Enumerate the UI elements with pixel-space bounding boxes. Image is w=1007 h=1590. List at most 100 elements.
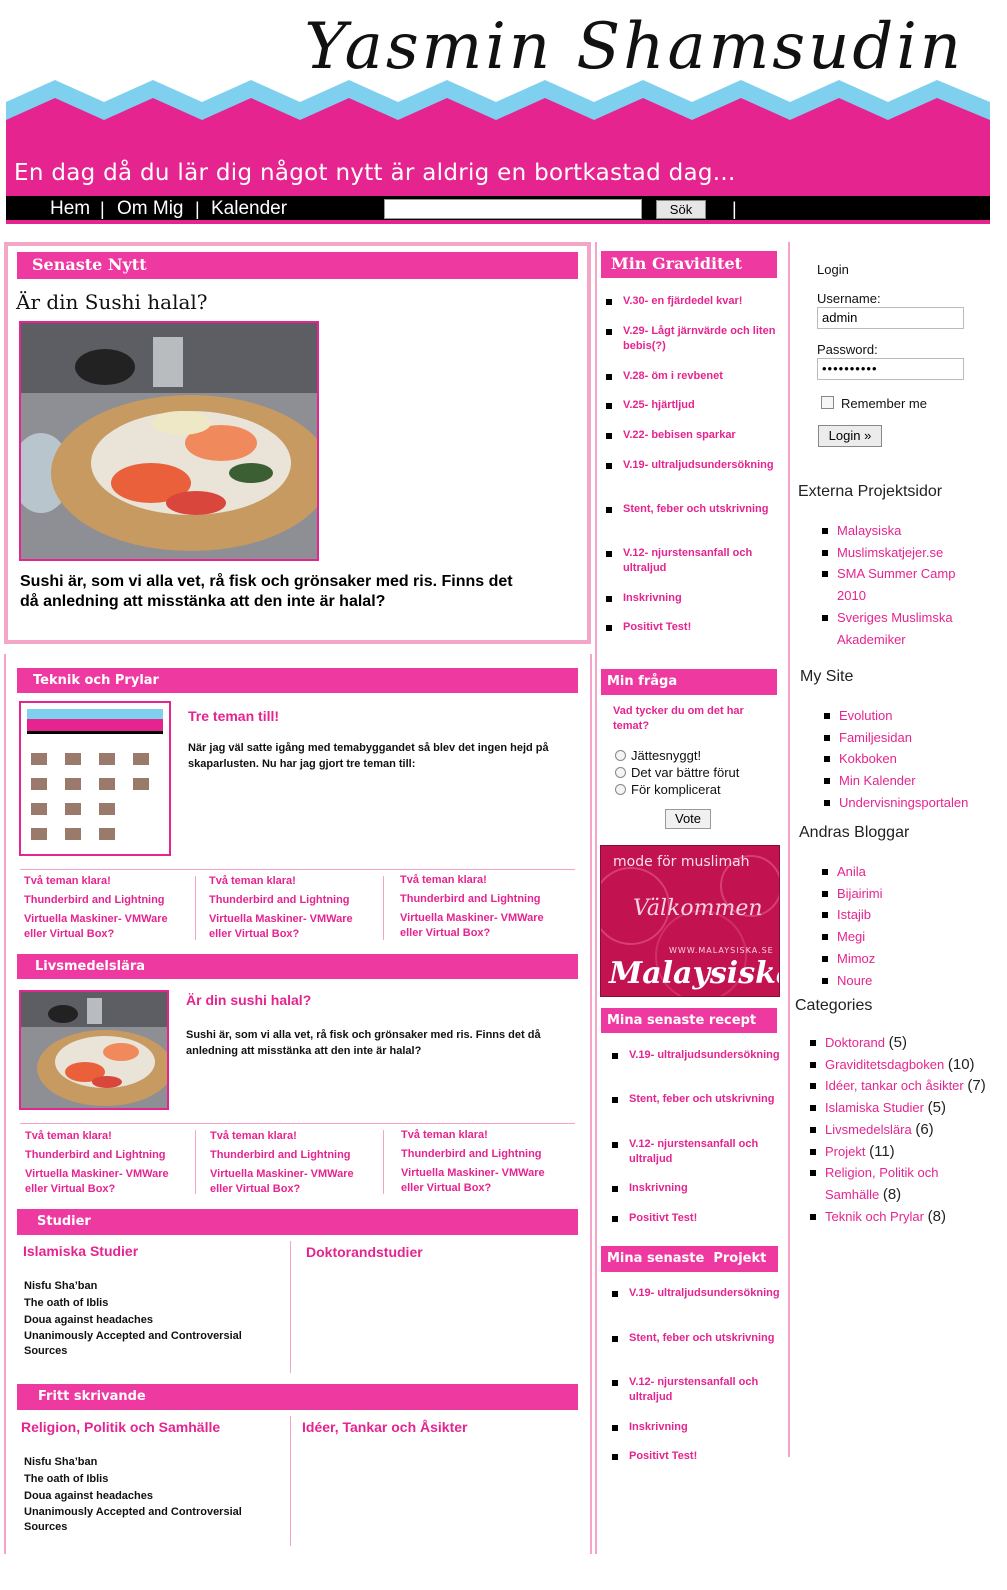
recept-item[interactable]: Stent, feber och utskrivning <box>612 1092 782 1137</box>
login-button[interactable]: Login » <box>818 425 882 447</box>
category-link[interactable]: Idéer, tankar och åsikter <box>825 1078 964 1093</box>
related-link[interactable]: Thunderbird and Lightning <box>209 893 369 908</box>
recept-item[interactable]: V.19- ultraljudsundersökning <box>612 1048 782 1092</box>
related-link[interactable]: Thunderbird and Lightning <box>25 1148 185 1163</box>
related-link[interactable]: Thunderbird and Lightning <box>24 893 184 908</box>
nav-home[interactable]: Hem <box>50 198 90 220</box>
blog-link[interactable]: Bijairimi <box>820 883 980 905</box>
graviditet-item[interactable]: V.30- en fjärdedel kvar! <box>606 294 776 324</box>
livsmedel-post-title[interactable]: Är din sushi halal? <box>186 992 311 1008</box>
related-link[interactable]: Virtuella Maskiner- VMWare eller Virtual… <box>401 1166 561 1196</box>
projekt-item[interactable]: Inskrivning <box>612 1420 782 1449</box>
radio-button[interactable] <box>615 750 626 761</box>
poll-option[interactable]: För komplicerat <box>615 782 721 797</box>
related-link[interactable]: Thunderbird and Lightning <box>400 892 560 907</box>
password-field[interactable]: •••••••••• <box>817 358 964 380</box>
studier-left-title[interactable]: Islamiska Studier <box>23 1243 138 1259</box>
graviditet-item[interactable]: V.28- öm i revbenet <box>606 369 776 398</box>
externa-link[interactable]: Malaysiska <box>820 520 980 542</box>
recept-item[interactable]: Inskrivning <box>612 1181 782 1211</box>
remember-me-checkbox[interactable] <box>821 396 834 409</box>
recept-item[interactable]: V.12- njurstensanfall och ultraljud <box>612 1137 782 1181</box>
related-link[interactable]: Två teman klara! <box>24 874 184 889</box>
category-link[interactable]: Projekt <box>825 1144 865 1159</box>
fritt-heading: Fritt skrivande <box>17 1384 578 1410</box>
externa-link[interactable]: Sveriges Muslimska Akademiker <box>820 607 980 650</box>
graviditet-item[interactable]: V.29- Lågt järnvärde och liten bebis(?) <box>606 324 776 369</box>
blog-link[interactable]: Megi <box>820 926 980 948</box>
mysite-link[interactable]: Min Kalender <box>822 770 992 792</box>
related-link[interactable]: Två teman klara! <box>25 1129 185 1144</box>
post-link[interactable]: Nisfu Sha’ban <box>24 1454 264 1471</box>
poll-option[interactable]: Jättesnyggt! <box>615 748 701 763</box>
related-link[interactable]: Thunderbird and Lightning <box>401 1147 561 1162</box>
mysite-link[interactable]: Familjesidan <box>822 727 992 749</box>
studier-right-title[interactable]: Doktorandstudier <box>306 1244 423 1260</box>
fritt-left-title[interactable]: Religion, Politik och Samhälle <box>21 1419 220 1435</box>
related-link[interactable]: Virtuella Maskiner- VMWare eller Virtual… <box>24 912 184 942</box>
post-link[interactable]: The oath of Iblis <box>24 1471 264 1488</box>
category-link[interactable]: Teknik och Prylar <box>825 1209 924 1224</box>
mysite-link[interactable]: Kokboken <box>822 748 992 770</box>
projekt-item[interactable]: V.12- njurstensanfall och ultraljud <box>612 1375 782 1420</box>
related-link[interactable]: Två teman klara! <box>400 873 560 888</box>
blog-link[interactable]: Istajib <box>820 904 980 926</box>
graviditet-item[interactable]: V.25- hjärtljud <box>606 398 776 428</box>
category-item: Projekt (11) <box>808 1141 988 1163</box>
poll-option-label: För komplicerat <box>631 782 721 797</box>
featured-post-title[interactable]: Är din Sushi halal? <box>16 290 208 314</box>
search-input[interactable] <box>384 199 642 219</box>
post-link[interactable]: Unanimously Accepted and Controversial S… <box>24 1329 264 1359</box>
projekt-item[interactable]: Positivt Test! <box>612 1449 782 1467</box>
category-link[interactable]: Islamiska Studier <box>825 1100 924 1115</box>
mysite-link[interactable]: Undervisningsportalen <box>822 792 992 814</box>
projekt-item[interactable]: Stent, feber och utskrivning <box>612 1331 782 1375</box>
graviditet-item[interactable]: Positivt Test! <box>606 620 776 638</box>
blog-link[interactable]: Noure <box>820 970 980 992</box>
graviditet-item[interactable]: Stent, feber och utskrivning <box>606 502 776 546</box>
related-link[interactable]: Två teman klara! <box>209 874 369 889</box>
graviditet-item[interactable]: Inskrivning <box>606 591 776 620</box>
graviditet-item[interactable]: V.22- bebisen sparkar <box>606 428 776 458</box>
sushi-photo[interactable] <box>19 321 319 561</box>
graviditet-item[interactable]: V.12- njurstensanfall och ultraljud <box>606 546 776 591</box>
related-link[interactable]: Virtuella Maskiner- VMWare eller Virtual… <box>25 1167 185 1197</box>
mysite-link[interactable]: Evolution <box>822 705 992 727</box>
category-link[interactable]: Religion, Politik och Samhälle <box>825 1165 938 1202</box>
category-link[interactable]: Doktorand <box>825 1035 885 1050</box>
poll-option[interactable]: Det var bättre förut <box>615 765 739 780</box>
theme-thumbnail[interactable] <box>19 701 171 856</box>
site-title[interactable]: Yasmin Shamsudin <box>304 10 964 84</box>
post-link[interactable]: Nisfu Sha’ban <box>24 1278 264 1295</box>
search-button[interactable]: Sök <box>656 200 706 219</box>
related-link[interactable]: Virtuella Maskiner- VMWare eller Virtual… <box>210 1167 370 1197</box>
externa-link[interactable]: Muslimskatjejer.se <box>820 542 980 564</box>
post-link[interactable]: Doua against headaches <box>24 1488 264 1505</box>
category-link[interactable]: Livsmedelslära <box>825 1122 912 1137</box>
fritt-right-title[interactable]: Idéer, Tankar och Åsikter <box>302 1419 467 1435</box>
externa-link[interactable]: SMA Summer Camp 2010 <box>820 563 980 606</box>
teknik-post-title[interactable]: Tre teman till! <box>188 708 279 724</box>
related-link[interactable]: Thunderbird and Lightning <box>210 1148 370 1163</box>
radio-button[interactable] <box>615 784 626 795</box>
blog-link[interactable]: Anila <box>820 861 980 883</box>
vote-button[interactable]: Vote <box>665 809 711 829</box>
malaysiska-banner[interactable]: mode för muslimah Välkommen WWW.MALAYSIS… <box>600 845 780 997</box>
post-link[interactable]: Doua against headaches <box>24 1312 264 1329</box>
post-link[interactable]: Unanimously Accepted and Controversial S… <box>24 1505 264 1535</box>
related-link[interactable]: Två teman klara! <box>401 1128 561 1143</box>
related-link[interactable]: Virtuella Maskiner- VMWare eller Virtual… <box>209 912 369 942</box>
projekt-item[interactable]: V.19- ultraljudsundersökning <box>612 1286 782 1331</box>
post-link[interactable]: The oath of Iblis <box>24 1295 264 1312</box>
username-field[interactable]: admin <box>817 307 964 329</box>
nav-about[interactable]: Om Mig <box>117 198 184 220</box>
radio-button[interactable] <box>615 767 626 778</box>
recept-item[interactable]: Positivt Test! <box>612 1211 782 1229</box>
blog-link[interactable]: Mimoz <box>820 948 980 970</box>
related-link[interactable]: Två teman klara! <box>210 1129 370 1144</box>
graviditet-item[interactable]: V.19- ultraljudsundersökning <box>606 458 776 502</box>
related-link[interactable]: Virtuella Maskiner- VMWare eller Virtual… <box>400 911 560 941</box>
category-link[interactable]: Graviditetsdagboken <box>825 1057 944 1072</box>
nav-calendar[interactable]: Kalender <box>211 198 287 220</box>
sushi-thumbnail[interactable] <box>19 990 169 1110</box>
